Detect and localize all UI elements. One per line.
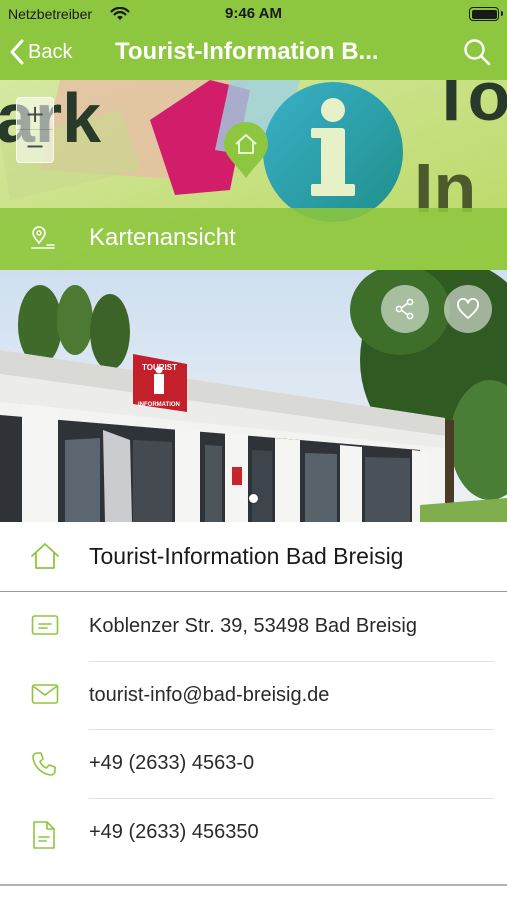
status-time: 9:46 AM <box>225 5 282 22</box>
email-row[interactable]: tourist-info@bad-breisig.de <box>0 660 507 730</box>
map-view-label: Kartenansicht <box>89 224 236 251</box>
map-preview[interactable]: ark To In + − Kartenansicht <box>0 80 507 270</box>
share-button[interactable] <box>381 285 429 333</box>
heart-icon <box>457 298 479 319</box>
phone-text: +49 (2633) 4563-0 <box>89 752 255 774</box>
back-button[interactable]: Back <box>10 36 72 68</box>
map-marker-icon[interactable] <box>222 122 270 180</box>
email-text: tourist-info@bad-breisig.de <box>89 683 330 706</box>
battery-icon <box>469 7 503 21</box>
zoom-in-button[interactable]: + <box>17 98 53 130</box>
home-icon <box>31 543 59 569</box>
sign-line2: INFORMATION <box>138 402 180 408</box>
bottom-divider <box>0 884 507 886</box>
building-photo: TOURIST INFORMATION <box>0 270 507 522</box>
address-card-icon <box>31 615 59 635</box>
share-icon <box>395 298 414 320</box>
zoom-control: + − <box>16 97 54 163</box>
back-label: Back <box>28 40 73 63</box>
page-indicator-dot <box>249 494 258 503</box>
status-bar: Netzbetreiber 9:46 AM <box>0 0 507 28</box>
contact-list: Koblenzer Str. 39, 53498 Bad Breisig tou… <box>0 592 507 866</box>
navigation-bar: Netzbetreiber 9:46 AM Back Tourist-Infor… <box>0 0 507 80</box>
page-indicator <box>0 494 507 503</box>
map-art-text-right-top: To <box>430 80 507 135</box>
phone-icon <box>32 752 56 776</box>
map-view-link[interactable]: Kartenansicht <box>0 208 507 270</box>
address-text: Koblenzer Str. 39, 53498 Bad Breisig <box>89 615 417 637</box>
poi-name: Tourist-Information Bad Breisig <box>89 543 404 569</box>
favorite-button[interactable] <box>444 285 492 333</box>
chevron-left-icon <box>10 39 24 65</box>
mail-icon <box>31 683 59 704</box>
location-pin-icon <box>31 226 55 249</box>
zoom-out-button[interactable]: − <box>17 130 53 162</box>
poi-name-row: Tourist-Information Bad Breisig <box>0 522 507 592</box>
fax-row[interactable]: +49 (2633) 456350 <box>0 797 507 867</box>
search-button[interactable] <box>463 38 491 71</box>
address-row[interactable]: Koblenzer Str. 39, 53498 Bad Breisig <box>0 592 507 661</box>
fax-document-icon <box>33 820 55 849</box>
fax-text: +49 (2633) 456350 <box>89 820 259 843</box>
phone-row[interactable]: +49 (2633) 4563-0 <box>0 729 507 798</box>
page-title: Tourist-Information B... <box>115 38 379 65</box>
search-icon <box>464 39 491 66</box>
photo-gallery[interactable]: TOURIST INFORMATION <box>0 270 507 522</box>
